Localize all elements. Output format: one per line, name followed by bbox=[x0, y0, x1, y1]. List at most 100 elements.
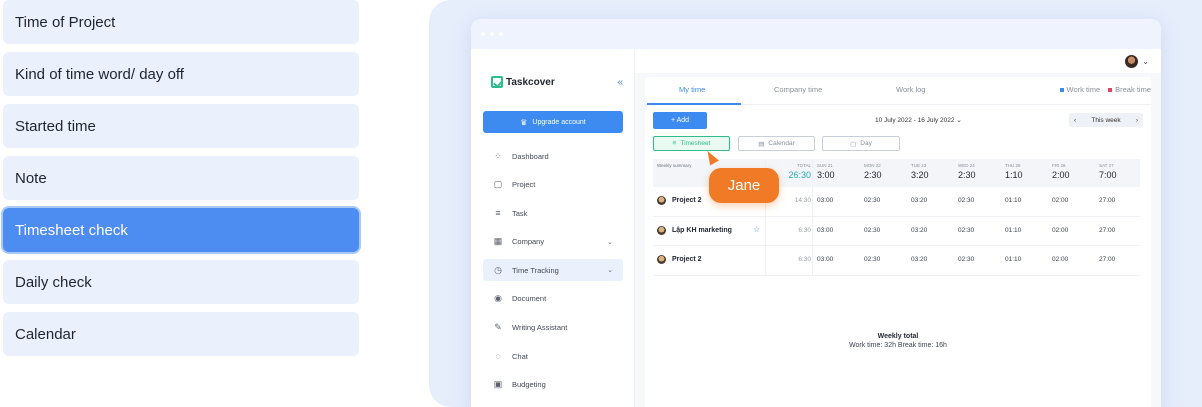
collapse-sidebar-icon[interactable]: « bbox=[617, 77, 623, 88]
feature-item-note[interactable]: Note bbox=[3, 156, 359, 200]
sidebar-item-budgeting[interactable]: ▣ Budgeting bbox=[483, 374, 623, 396]
view-timesheet-button[interactable]: ≡ Timesheet bbox=[653, 136, 730, 151]
row-cell[interactable]: 27:00 bbox=[1099, 227, 1115, 234]
app-sidebar: Taskcover « ♛ Upgrade account ⁘ Dashboar… bbox=[471, 49, 635, 407]
project-avatar bbox=[657, 196, 666, 205]
sidebar-item-label: Project bbox=[512, 180, 536, 190]
calendar-day-icon: ▢ bbox=[850, 140, 857, 148]
header-value: 3:00 bbox=[817, 170, 835, 180]
project-name: Lập KH marketing bbox=[657, 225, 732, 235]
tab-bar: My time Company time Work log Work time … bbox=[645, 85, 1151, 105]
chevron-down-icon: ⌄ bbox=[607, 267, 613, 275]
sidebar-item-writing-assistant[interactable]: ✎ Writing Assistant bbox=[483, 317, 623, 339]
row-cell[interactable]: 02:30 bbox=[864, 227, 880, 234]
date-range-picker[interactable]: 10 July 2022 - 16 July 2022 ⌄ bbox=[875, 116, 962, 124]
sidebar-item-time-tracking[interactable]: ◷ Time Tracking ⌄ bbox=[483, 259, 623, 282]
row-total: 6:30 bbox=[798, 226, 811, 234]
row-cell[interactable]: 03:20 bbox=[911, 197, 927, 204]
avatar[interactable] bbox=[1125, 54, 1139, 68]
feature-item-time-of-project[interactable]: Time of Project bbox=[3, 0, 359, 44]
sidebar-item-chat[interactable]: ◌ Chat bbox=[483, 345, 623, 367]
logo-text: Taskcover bbox=[506, 76, 555, 88]
sidebar-item-label: Company bbox=[512, 237, 545, 247]
legend-work: Work time bbox=[1059, 85, 1100, 94]
row-cell[interactable]: 03:00 bbox=[817, 227, 833, 234]
header-label: TUE 23 bbox=[911, 163, 927, 168]
project-label: Lập KH marketing bbox=[672, 226, 732, 234]
weekly-total-summary: Work time: 32h Break time: 16h bbox=[849, 342, 947, 349]
feature-item-daily-check[interactable]: Daily check bbox=[3, 260, 359, 304]
header-day: SUN 21 3:00 bbox=[817, 163, 835, 180]
row-cell[interactable]: 02:30 bbox=[958, 227, 974, 234]
project-avatar bbox=[657, 255, 666, 264]
view-calendar-button[interactable]: ▤ Calendar bbox=[738, 136, 815, 151]
sidebar-item-company[interactable]: ▦ Company ⌄ bbox=[483, 231, 623, 253]
row-cell[interactable]: 02:30 bbox=[864, 197, 880, 204]
chevron-right-icon[interactable]: › bbox=[1136, 117, 1138, 124]
row-cell[interactable]: 02:00 bbox=[1052, 197, 1068, 204]
top-bar: ⌄ bbox=[635, 49, 1161, 73]
week-label: This week bbox=[1091, 116, 1121, 124]
row-cell[interactable]: 27:00 bbox=[1099, 256, 1115, 263]
tab-work-log[interactable]: Work log bbox=[896, 85, 925, 94]
feature-list: Time of Project Kind of time word/ day o… bbox=[3, 0, 359, 364]
row-total: 6:30 bbox=[798, 256, 811, 263]
date-range-text: 10 July 2022 - 16 July 2022 bbox=[875, 117, 955, 124]
chevron-left-icon[interactable]: ‹ bbox=[1074, 117, 1076, 124]
tab-my-time[interactable]: My time bbox=[679, 85, 705, 94]
sidebar-item-task[interactable]: ≡ Task bbox=[483, 202, 623, 224]
chevron-down-icon: ⌄ bbox=[607, 238, 613, 246]
active-tab-indicator bbox=[647, 103, 741, 105]
tab-company-time[interactable]: Company time bbox=[774, 85, 822, 94]
sidebar-item-project[interactable]: ▢ Project bbox=[483, 174, 623, 196]
header-value: 1:10 bbox=[1005, 170, 1023, 180]
sidebar-item-document[interactable]: ◉ Document bbox=[483, 288, 623, 310]
header-label: WED 24 bbox=[958, 163, 975, 168]
week-switcher[interactable]: ‹ This week › bbox=[1069, 113, 1143, 127]
row-cell[interactable]: 02:30 bbox=[864, 256, 880, 263]
row-cell[interactable]: 02:00 bbox=[1052, 256, 1068, 263]
row-cell[interactable]: 03:00 bbox=[817, 256, 833, 263]
logo-check-icon bbox=[491, 76, 503, 88]
sidebar-item-label: Writing Assistant bbox=[512, 323, 568, 333]
row-cell[interactable]: 03:00 bbox=[817, 197, 833, 204]
row-cell[interactable]: 03:20 bbox=[911, 227, 927, 234]
row-cell[interactable]: 01:10 bbox=[1005, 197, 1021, 204]
row-cell[interactable]: 02:30 bbox=[958, 197, 974, 204]
row-cell[interactable]: 02:00 bbox=[1052, 227, 1068, 234]
feature-item-started-time[interactable]: Started time bbox=[3, 104, 359, 148]
chevron-down-icon[interactable]: ⌄ bbox=[1142, 57, 1149, 66]
sidebar-item-dashboard[interactable]: ⁘ Dashboard bbox=[483, 145, 623, 167]
chart-legend: Work time Break time bbox=[1059, 85, 1151, 94]
table-row[interactable]: Lập KH marketing ☆ 6:30 03:00 02:30 03:2… bbox=[653, 217, 1140, 246]
clock-icon: ◷ bbox=[494, 264, 502, 275]
row-cell[interactable]: 02:30 bbox=[958, 256, 974, 263]
legend-break: Break time bbox=[1108, 85, 1151, 94]
time-tracking-panel: My time Company time Work log Work time … bbox=[645, 77, 1151, 407]
table-row[interactable]: Project 2 6:30 03:00 02:30 03:20 02:30 0… bbox=[653, 246, 1140, 276]
view-day-button[interactable]: ▢ Day bbox=[822, 136, 900, 151]
chevron-down-icon: ⌄ bbox=[956, 117, 962, 124]
weekly-total: Weekly total Work time: 32h Break time: … bbox=[645, 333, 1151, 349]
project-label: Project 2 bbox=[672, 197, 702, 204]
row-cell[interactable]: 03:20 bbox=[911, 256, 927, 263]
feature-item-kind-of-time[interactable]: Kind of time word/ day off bbox=[3, 52, 359, 96]
view-label: Calendar bbox=[768, 140, 795, 147]
budget-icon: ▣ bbox=[493, 379, 503, 390]
company-icon: ▦ bbox=[493, 236, 503, 247]
upgrade-account-button[interactable]: ♛ Upgrade account bbox=[483, 111, 623, 133]
feature-item-calendar[interactable]: Calendar bbox=[3, 312, 359, 356]
app-logo[interactable]: Taskcover bbox=[491, 76, 555, 88]
grid-icon: ⁘ bbox=[494, 150, 502, 161]
crown-icon: ♛ bbox=[520, 117, 528, 127]
user-cursor-badge: Jane bbox=[709, 168, 779, 203]
row-cell[interactable]: 27:00 bbox=[1099, 197, 1115, 204]
row-cell[interactable]: 01:10 bbox=[1005, 227, 1021, 234]
header-day: FRI 26 2:00 bbox=[1052, 163, 1070, 180]
add-button[interactable]: + Add bbox=[653, 112, 707, 129]
document-icon: ◉ bbox=[494, 293, 502, 304]
feature-item-timesheet-check[interactable]: Timesheet check bbox=[3, 208, 359, 252]
row-cell[interactable]: 01:10 bbox=[1005, 256, 1021, 263]
star-icon[interactable]: ☆ bbox=[753, 225, 760, 234]
header-label: FRI 26 bbox=[1052, 163, 1066, 168]
